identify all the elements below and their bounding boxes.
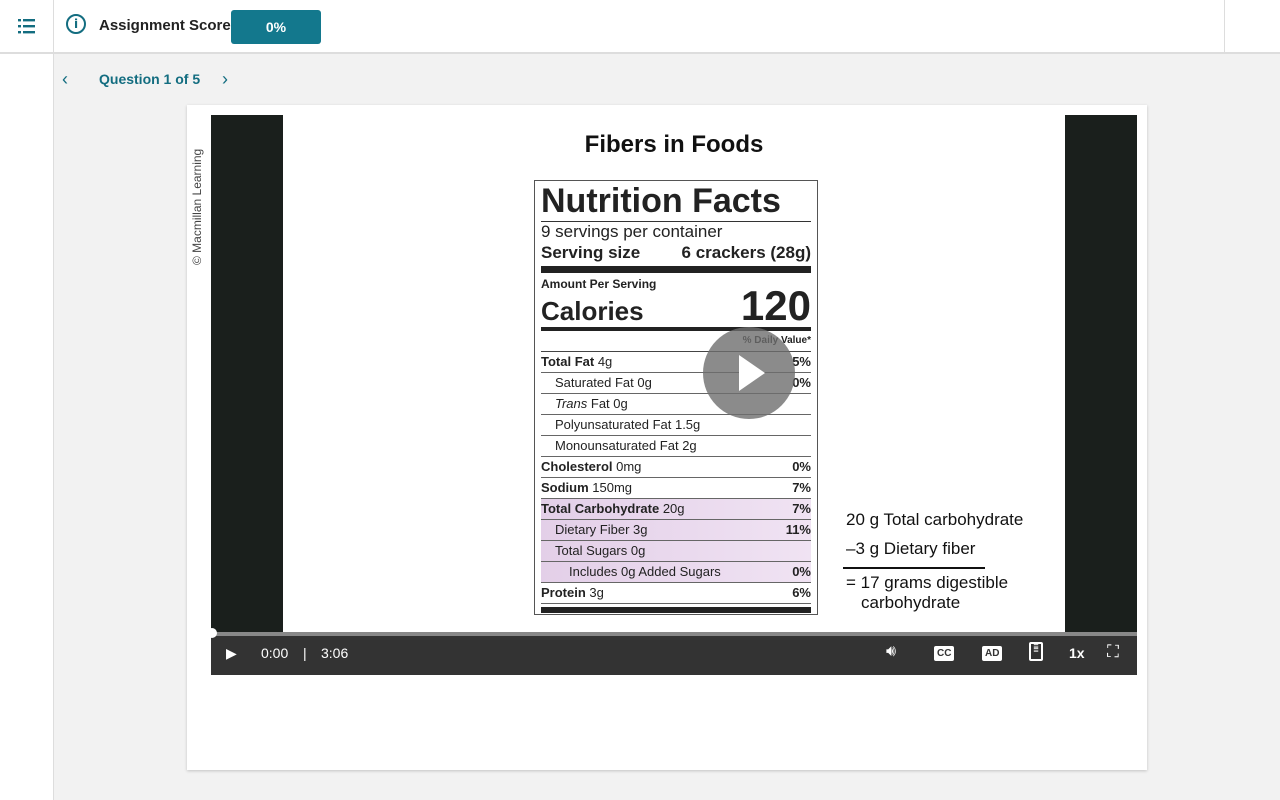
video-frame: Fibers in Foods Nutrition Facts 9 servin…	[283, 115, 1065, 632]
captions-button[interactable]: CC	[934, 646, 955, 661]
prev-question-icon[interactable]: ‹	[62, 69, 68, 90]
nutrient-name: Dietary Fiber 3g	[555, 522, 648, 537]
nutrient-amount: 4g	[594, 354, 613, 369]
nutrient-amount: Fat 0g	[587, 396, 628, 411]
nutrient-row: Polyunsaturated Fat 1.5g	[541, 415, 811, 436]
next-question-icon[interactable]: ›	[222, 69, 228, 90]
serving-size: Serving size 6 crackers (28g)	[541, 242, 811, 273]
video-player[interactable]: Fibers in Foods Nutrition Facts 9 servin…	[207, 115, 1137, 675]
calc-line: –3 g Dietary fiber	[846, 539, 976, 558]
calc-rule	[843, 567, 985, 569]
nutrient-name: Cholesterol	[541, 459, 613, 474]
progress-bar[interactable]	[207, 628, 1137, 638]
serving-size-label: Serving size	[541, 243, 641, 262]
big-play-button[interactable]	[703, 327, 795, 419]
nutrient-name: Total Carbohydrate	[541, 501, 660, 516]
transcript-icon[interactable]: ≡ ≡	[1029, 642, 1043, 661]
nutrient-amount: 3g	[585, 585, 604, 600]
nutrient-percent: 6%	[792, 585, 811, 600]
nutrient-name: Saturated Fat 0g	[555, 375, 652, 390]
calc-line: = 17 grams digestible	[846, 573, 1009, 592]
nutrient-amount: 150mg	[588, 480, 633, 495]
serving-size-value: 6 crackers (28g)	[681, 243, 811, 262]
divider	[53, 0, 54, 54]
score-label: Assignment Score:	[99, 17, 236, 34]
nutrient-percent: 11%	[785, 522, 811, 537]
fullscreen-icon[interactable]: ⛶	[1107, 642, 1119, 662]
nutrient-row: Includes 0g Added Sugars 0%	[541, 562, 811, 583]
nutrient-percent: 7%	[792, 501, 811, 516]
nutrient-name: Protein	[541, 585, 586, 600]
nutrient-percent: 0%	[792, 459, 811, 474]
nutrient-name: Sodium	[541, 480, 589, 495]
nutrient-name: Total Sugars 0g	[555, 543, 646, 558]
copyright: © Macmillan Learning	[190, 148, 204, 265]
nutrient-name: Total Fat	[541, 354, 595, 369]
speed-button[interactable]: 1x	[1069, 645, 1085, 661]
volume-icon[interactable]: 🔊︎	[886, 643, 896, 661]
duration: 3:06	[321, 645, 349, 661]
nutrient-row: Cholesterol 0mg 0%	[541, 457, 811, 478]
nutrient-name: Polyunsaturated Fat 1.5g	[555, 417, 701, 432]
nutrient-percent: 0%	[792, 564, 811, 579]
nutrient-row: Total Carbohydrate 20g 7%	[541, 499, 811, 520]
label-bottom-bar	[541, 607, 811, 613]
nutrient-percent: 5%	[792, 354, 811, 369]
calc-line: 20 g Total carbohydrate	[846, 510, 1024, 529]
calories: Calories 120	[541, 285, 811, 331]
divider	[1224, 0, 1225, 54]
nutrient-amount: 20g	[659, 501, 685, 516]
nutrient-percent: 7%	[792, 480, 811, 495]
info-icon[interactable]: i	[66, 14, 86, 34]
nutrient-row: Protein 3g 6%	[541, 583, 811, 604]
servings: 9 servings per container	[541, 222, 723, 241]
nutrient-amount: 0mg	[612, 459, 642, 474]
nutrient-row: Monounsaturated Fat 2g	[541, 436, 811, 457]
label-heading: Nutrition Facts	[541, 181, 811, 222]
play-icon[interactable]: ▶	[226, 645, 237, 662]
nutrient-name: Trans	[555, 396, 588, 411]
slide-title: Fibers in Foods	[584, 131, 764, 158]
score-badge: 0%	[231, 10, 321, 44]
nutrient-name: Includes 0g Added Sugars	[569, 564, 721, 579]
current-time: 0:00	[261, 645, 289, 661]
sidebar	[0, 0, 54, 800]
progress-handle[interactable]	[207, 628, 217, 638]
time-separator: |	[303, 645, 307, 661]
nutrient-row: Dietary Fiber 3g 11%	[541, 520, 811, 541]
nutrient-row: Total Sugars 0g	[541, 541, 811, 562]
list-menu-icon[interactable]	[18, 17, 36, 35]
calc-line: carbohydrate	[861, 593, 961, 612]
audio-description-button[interactable]: AD	[982, 646, 1003, 661]
nutrient-row: Sodium 150mg 7%	[541, 478, 811, 499]
nutrient-name: Monounsaturated Fat 2g	[555, 438, 697, 453]
calories-value: 120	[740, 282, 811, 329]
calories-label: Calories	[541, 296, 644, 326]
control-bar: ▶ 0:00 | 3:06 🔊︎ CC AD ≡ ≡ 1x ⛶	[211, 632, 1137, 675]
question-indicator[interactable]: Question 1 of 5	[99, 71, 200, 87]
nutrient-percent: 0%	[792, 375, 811, 390]
